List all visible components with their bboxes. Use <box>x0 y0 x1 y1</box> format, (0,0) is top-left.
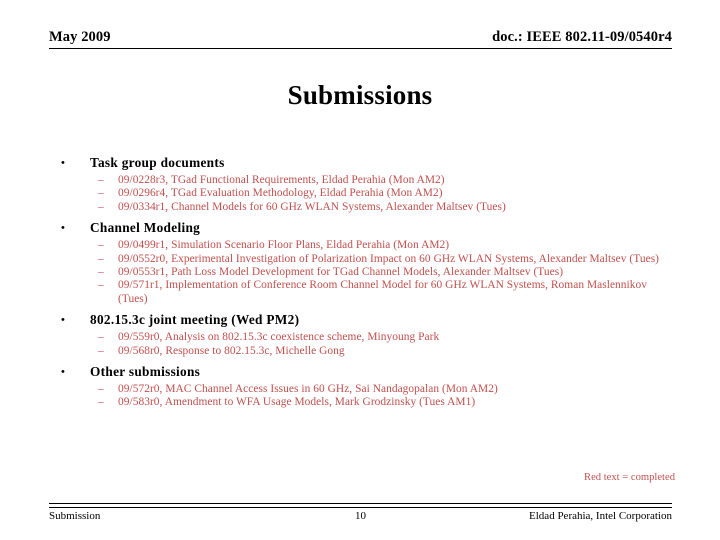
list-item: – 09/0552r0, Experimental Investigation … <box>55 253 675 266</box>
section-heading: 802.15.3c joint meeting (Wed PM2) <box>90 312 300 328</box>
dash-bullet-icon: – <box>98 266 104 279</box>
dash-bullet-icon: – <box>98 252 104 265</box>
list-item: – 09/0296r4, TGad Evaluation Methodology… <box>55 187 675 200</box>
list-item: – 09/571r1, Implementation of Conference… <box>55 279 675 306</box>
header-divider <box>49 48 672 49</box>
list-item-label: 09/0499r1, Simulation Scenario Floor Pla… <box>118 239 450 252</box>
bullet-other-submissions: • Other submissions <box>55 364 675 380</box>
list-item: – 09/0228r3, TGad Functional Requirement… <box>55 174 675 187</box>
list-item: – 09/0499r1, Simulation Scenario Floor P… <box>55 239 675 252</box>
list-item-label: 09/0334r1, Channel Models for 60 GHz WLA… <box>118 200 506 213</box>
section-heading: Other submissions <box>90 364 201 380</box>
dash-bullet-icon: – <box>98 344 104 357</box>
dash-bullet-icon: – <box>98 239 104 252</box>
list-item-label: 09/0228r3, TGad Functional Requirements,… <box>118 174 445 186</box>
bullet-dot-icon: • <box>61 157 66 169</box>
list-item: – 09/0334r1, Channel Models for 60 GHz W… <box>55 201 675 214</box>
dash-bullet-icon: – <box>98 187 104 200</box>
dash-bullet-icon: – <box>98 331 104 344</box>
bullet-channel-modeling: • Channel Modeling <box>55 220 675 236</box>
slide-header: May 2009 doc.: IEEE 802.11-09/0540r4 <box>49 29 672 46</box>
sub-list-802-15-3c-joint-meeting: – 09/559r0, Analysis on 802.15.3c coexis… <box>55 331 675 358</box>
bullet-dot-icon: • <box>61 314 66 327</box>
list-item-label: 09/571r1, Implementation of Conference R… <box>118 279 647 305</box>
list-item-label: 09/559r0, Analysis on 802.15.3c coexiste… <box>118 331 440 344</box>
list-item: – 09/559r0, Analysis on 802.15.3c coexis… <box>55 331 675 344</box>
legend-note: Red text = completed <box>584 472 675 483</box>
section-heading: Channel Modeling <box>90 220 201 236</box>
bullet-task-group-documents: • Task group documents <box>55 155 675 171</box>
list-item-label: 09/0553r1, Path Loss Model Development f… <box>118 266 564 279</box>
dash-bullet-icon: – <box>98 383 104 396</box>
sub-list-task-group-documents: – 09/0228r3, TGad Functional Requirement… <box>55 174 675 214</box>
dash-bullet-icon: – <box>98 200 104 213</box>
section-heading: Task group documents <box>90 155 225 170</box>
sub-list-other-submissions: – 09/572r0, MAC Channel Access Issues in… <box>55 383 675 410</box>
header-doc-number: doc.: IEEE 802.11-09/0540r4 <box>492 29 672 45</box>
footer-author: Eldad Perahia, Intel Corporation <box>529 510 672 522</box>
page-title: Submissions <box>287 80 433 110</box>
list-item-label: 09/0296r4, TGad Evaluation Methodology, … <box>118 187 443 200</box>
bullet-802-15-3c-joint-meeting: • 802.15.3c joint meeting (Wed PM2) <box>55 312 675 328</box>
list-item-label: 09/572r0, MAC Channel Access Issues in 6… <box>118 383 498 396</box>
list-item-label: 09/583r0, Amendment to WFA Usage Models,… <box>118 396 476 409</box>
slide-body: • Task group documents – 09/0228r3, TGad… <box>55 155 675 416</box>
dash-bullet-icon: – <box>98 174 104 186</box>
list-item-label: 09/568r0, Response to 802.15.3c, Michell… <box>118 344 345 357</box>
header-date: May 2009 <box>49 29 111 45</box>
sub-list-channel-modeling: – 09/0499r1, Simulation Scenario Floor P… <box>55 239 675 306</box>
slide: May 2009 doc.: IEEE 802.11-09/0540r4 Sub… <box>0 0 720 540</box>
dash-bullet-icon: – <box>98 396 104 409</box>
bullet-dot-icon: • <box>61 222 66 235</box>
dash-bullet-icon: – <box>98 279 104 292</box>
list-item: – 09/0553r1, Path Loss Model Development… <box>55 266 675 279</box>
bullet-dot-icon: • <box>61 366 66 379</box>
list-item: – 09/568r0, Response to 802.15.3c, Miche… <box>55 345 675 358</box>
list-item: – 09/572r0, MAC Channel Access Issues in… <box>55 383 675 396</box>
footer-divider <box>49 503 672 508</box>
list-item: – 09/583r0, Amendment to WFA Usage Model… <box>55 396 675 409</box>
list-item-label: 09/0552r0, Experimental Investigation of… <box>118 252 660 265</box>
